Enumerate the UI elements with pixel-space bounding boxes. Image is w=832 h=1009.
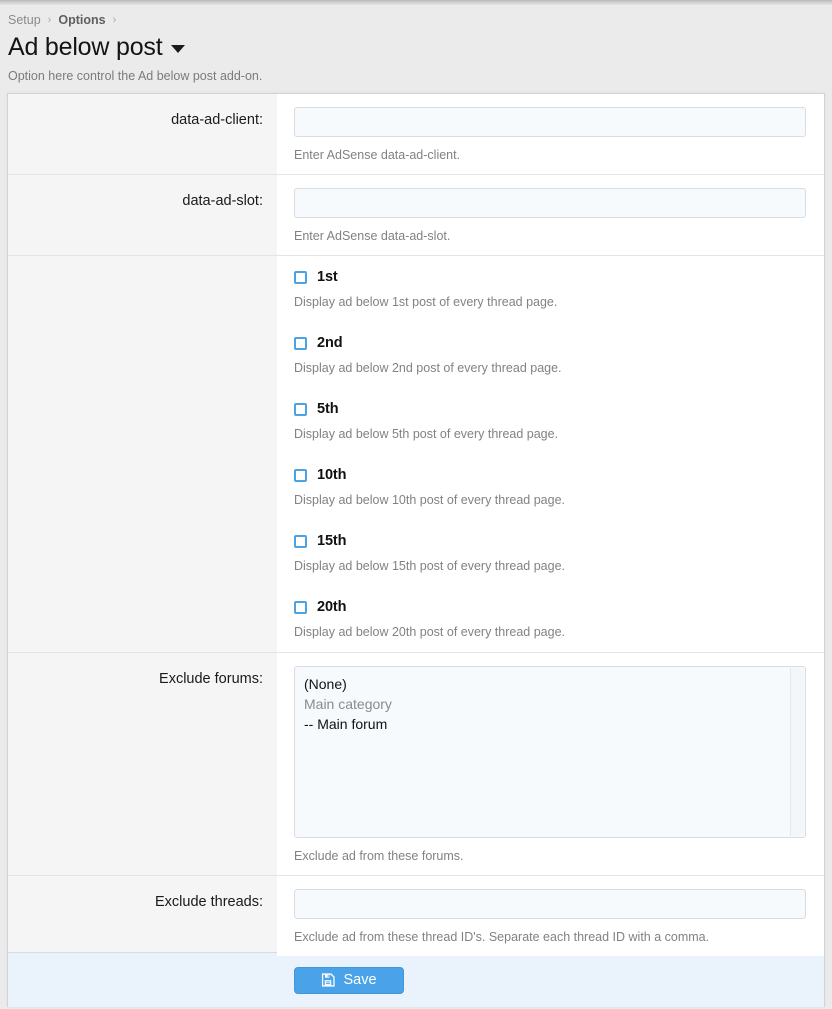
field-exclude-forums: (None) Main category -- Main forum Exclu… — [277, 653, 824, 875]
hint-exclude-threads: Exclude ad from these thread ID's. Separ… — [294, 919, 806, 945]
form-row-exclude-threads: Exclude threads: Exclude ad from these t… — [8, 875, 824, 956]
hint-checkbox-20th: Display ad below 20th post of every thre… — [294, 615, 806, 640]
chevron-down-icon[interactable] — [171, 45, 185, 53]
checkbox-2nd[interactable]: 2nd — [294, 335, 806, 351]
breadcrumb-separator-icon: › — [113, 14, 117, 26]
checkbox-label: 20th — [317, 599, 346, 615]
breadcrumb: Setup › Options › — [0, 5, 832, 29]
save-button-label: Save — [343, 972, 376, 988]
hint-checkbox-10th: Display ad below 10th post of every thre… — [294, 483, 806, 508]
checkbox-box-icon[interactable] — [294, 337, 307, 350]
label-spacer — [8, 256, 277, 322]
page-title: Ad below post — [0, 29, 832, 62]
field-checkbox-2nd: 2nd Display ad below 2nd post of every t… — [277, 322, 824, 388]
listbox-option-main-forum[interactable]: -- Main forum — [304, 714, 805, 734]
field-data-ad-client: Enter AdSense data-ad-client. — [277, 94, 824, 174]
options-form-panel: data-ad-client: Enter AdSense data-ad-cl… — [7, 93, 825, 1007]
checkbox-box-icon[interactable] — [294, 403, 307, 416]
save-button[interactable]: Save — [294, 967, 404, 994]
hint-checkbox-1st: Display ad below 1st post of every threa… — [294, 285, 806, 310]
form-row-checkbox-10th: 10th Display ad below 10th post of every… — [8, 454, 824, 520]
form-row-exclude-forums: Exclude forums: (None) Main category -- … — [8, 652, 824, 875]
checkbox-1st[interactable]: 1st — [294, 269, 806, 285]
form-row-data-ad-slot: data-ad-slot: Enter AdSense data-ad-slot… — [8, 174, 824, 255]
hint-checkbox-2nd: Display ad below 2nd post of every threa… — [294, 351, 806, 376]
breadcrumb-item-setup[interactable]: Setup — [8, 13, 41, 27]
checkbox-label: 1st — [317, 269, 338, 285]
field-checkbox-15th: 15th Display ad below 15th post of every… — [277, 520, 824, 586]
field-checkbox-10th: 10th Display ad below 10th post of every… — [277, 454, 824, 520]
form-row-data-ad-client: data-ad-client: Enter AdSense data-ad-cl… — [8, 94, 824, 174]
form-footer: Save — [8, 952, 824, 1007]
label-spacer — [8, 322, 277, 388]
checkbox-box-icon[interactable] — [294, 469, 307, 482]
field-exclude-threads: Exclude ad from these thread ID's. Separ… — [277, 876, 824, 956]
page-description: Option here control the Ad below post ad… — [0, 62, 832, 89]
form-body: data-ad-client: Enter AdSense data-ad-cl… — [8, 94, 824, 956]
hint-data-ad-client: Enter AdSense data-ad-client. — [294, 137, 806, 163]
checkbox-10th[interactable]: 10th — [294, 467, 806, 483]
form-row-checkbox-20th: 20th Display ad below 20th post of every… — [8, 586, 824, 652]
label-spacer — [8, 520, 277, 586]
admin-page: Setup › Options › Ad below post Option h… — [0, 5, 832, 1009]
field-data-ad-slot: Enter AdSense data-ad-slot. — [277, 175, 824, 255]
listbox-option-main-category: Main category — [304, 694, 805, 714]
hint-checkbox-5th: Display ad below 5th post of every threa… — [294, 417, 806, 442]
label-data-ad-slot: data-ad-slot: — [8, 175, 277, 255]
breadcrumb-item-options[interactable]: Options — [58, 13, 105, 27]
exclude-threads-input[interactable] — [294, 889, 806, 919]
field-checkbox-20th: 20th Display ad below 20th post of every… — [277, 586, 824, 652]
field-checkbox-1st: 1st Display ad below 1st post of every t… — [277, 256, 824, 322]
data-ad-slot-input[interactable] — [294, 188, 806, 218]
listbox-option-none[interactable]: (None) — [304, 674, 805, 694]
form-row-checkbox-1st: 1st Display ad below 1st post of every t… — [8, 255, 824, 322]
label-spacer — [8, 388, 277, 454]
checkbox-label: 15th — [317, 533, 346, 549]
checkbox-box-icon[interactable] — [294, 535, 307, 548]
checkbox-label: 10th — [317, 467, 346, 483]
checkbox-label: 2nd — [317, 335, 342, 351]
data-ad-client-input[interactable] — [294, 107, 806, 137]
checkbox-15th[interactable]: 15th — [294, 533, 806, 549]
page-title-text: Ad below post — [8, 32, 162, 62]
exclude-forums-listbox[interactable]: (None) Main category -- Main forum — [294, 666, 806, 838]
hint-checkbox-15th: Display ad below 15th post of every thre… — [294, 549, 806, 574]
form-row-checkbox-15th: 15th Display ad below 15th post of every… — [8, 520, 824, 586]
label-exclude-threads: Exclude threads: — [8, 876, 277, 956]
checkbox-20th[interactable]: 20th — [294, 599, 806, 615]
field-checkbox-5th: 5th Display ad below 5th post of every t… — [277, 388, 824, 454]
label-exclude-forums: Exclude forums: — [8, 653, 277, 875]
label-spacer — [8, 454, 277, 520]
label-data-ad-client: data-ad-client: — [8, 94, 277, 174]
form-row-checkbox-5th: 5th Display ad below 5th post of every t… — [8, 388, 824, 454]
save-floppy-icon — [321, 973, 335, 987]
label-spacer — [8, 586, 277, 652]
form-row-checkbox-2nd: 2nd Display ad below 2nd post of every t… — [8, 322, 824, 388]
hint-data-ad-slot: Enter AdSense data-ad-slot. — [294, 218, 806, 244]
listbox-scrollbar[interactable] — [790, 668, 804, 836]
checkbox-box-icon[interactable] — [294, 601, 307, 614]
checkbox-box-icon[interactable] — [294, 271, 307, 284]
checkbox-label: 5th — [317, 401, 338, 417]
hint-exclude-forums: Exclude ad from these forums. — [294, 838, 806, 864]
breadcrumb-separator-icon: › — [48, 14, 52, 26]
checkbox-5th[interactable]: 5th — [294, 401, 806, 417]
